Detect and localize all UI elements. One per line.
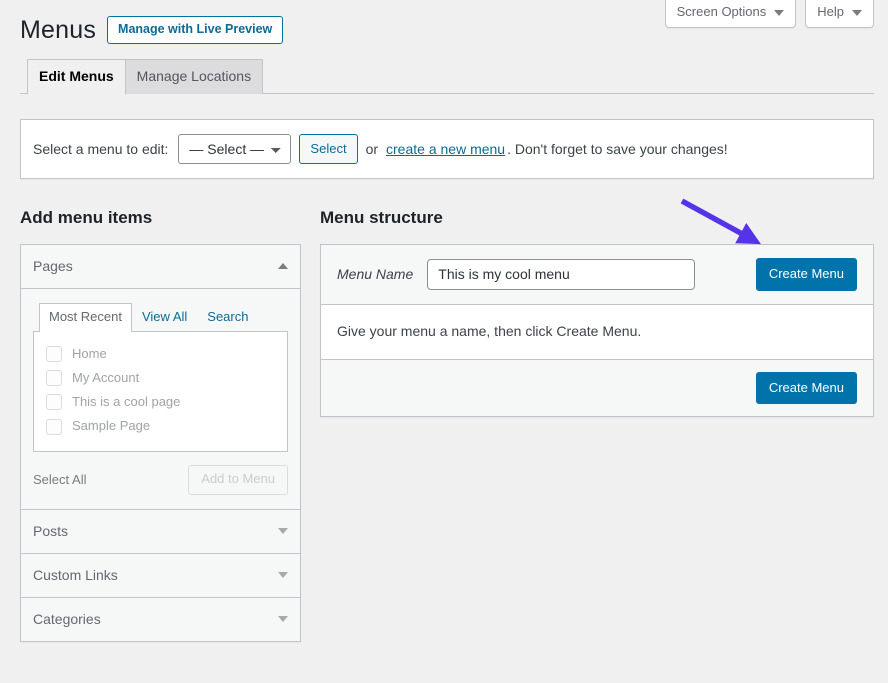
screen-options-label: Screen Options bbox=[677, 5, 767, 18]
menu-structure-title: Menu structure bbox=[320, 208, 443, 228]
checkbox-this-is-a-cool-page[interactable] bbox=[46, 394, 62, 410]
chevron-down-icon[interactable] bbox=[278, 572, 288, 578]
checkbox-home[interactable] bbox=[46, 346, 62, 362]
subtab-view-all[interactable]: View All bbox=[132, 303, 197, 332]
pages-actions: Select All Add to Menu bbox=[33, 452, 288, 509]
list-item-label: My Account bbox=[72, 369, 139, 387]
subtab-most-recent[interactable]: Most Recent bbox=[39, 303, 132, 332]
accordion-title-posts: Posts bbox=[33, 523, 68, 539]
pages-subtabs: Most Recent View All Search bbox=[33, 302, 288, 332]
list-item-label: Home bbox=[72, 345, 107, 363]
create-a-new-menu-link[interactable]: create a new menu bbox=[386, 141, 505, 157]
chevron-down-icon bbox=[852, 10, 862, 16]
create-menu-bottom-button[interactable]: Create Menu bbox=[756, 372, 857, 405]
list-item[interactable]: Home bbox=[44, 342, 277, 366]
tab-edit-menus[interactable]: Edit Menus bbox=[27, 59, 126, 95]
manage-with-live-preview-button[interactable]: Manage with Live Preview bbox=[107, 16, 283, 44]
add-menu-items-accordion: Pages Most Recent View All Search Home M… bbox=[20, 244, 301, 642]
menu-name-input[interactable] bbox=[427, 259, 695, 290]
chevron-down-icon[interactable] bbox=[278, 616, 288, 622]
chevron-down-icon bbox=[774, 10, 784, 16]
list-item-label: Sample Page bbox=[72, 417, 150, 435]
pages-checkbox-list: Home My Account This is a cool page Samp… bbox=[33, 332, 288, 452]
accordion-header-posts[interactable]: Posts bbox=[21, 510, 300, 554]
chevron-down-icon[interactable] bbox=[278, 528, 288, 534]
accordion-header-pages[interactable]: Pages bbox=[21, 245, 300, 289]
list-item[interactable]: This is a cool page bbox=[44, 390, 277, 414]
menu-structure-panel: Menu Name Create Menu Give your menu a n… bbox=[320, 244, 874, 417]
select-all-link[interactable]: Select All bbox=[33, 472, 86, 487]
accordion-title-categories: Categories bbox=[33, 611, 101, 627]
menu-structure-instruction: Give your menu a name, then click Create… bbox=[321, 305, 873, 360]
accordion-title-custom-links: Custom Links bbox=[33, 567, 118, 583]
accordion-title-pages: Pages bbox=[33, 258, 73, 274]
add-to-menu-button[interactable]: Add to Menu bbox=[188, 465, 288, 495]
menu-select-dropdown[interactable]: — Select — bbox=[178, 134, 291, 164]
list-item[interactable]: Sample Page bbox=[44, 414, 277, 438]
menu-name-row: Menu Name Create Menu bbox=[321, 245, 873, 305]
list-item[interactable]: My Account bbox=[44, 366, 277, 390]
menu-structure-footer: Create Menu bbox=[321, 360, 873, 417]
checkbox-my-account[interactable] bbox=[46, 370, 62, 386]
accordion-body-pages: Most Recent View All Search Home My Acco… bbox=[21, 289, 300, 510]
page-heading: Menus Manage with Live Preview bbox=[20, 14, 283, 47]
select-menu-label: Select a menu to edit: bbox=[33, 141, 168, 157]
accordion-header-custom-links[interactable]: Custom Links bbox=[21, 554, 300, 598]
screen-options-button[interactable]: Screen Options bbox=[665, 0, 797, 28]
page-title: Menus bbox=[20, 14, 96, 47]
nav-tabs: Edit MenusManage Locations bbox=[20, 58, 874, 94]
or-text: or bbox=[366, 141, 378, 157]
checkbox-sample-page[interactable] bbox=[46, 419, 62, 435]
accordion-header-categories[interactable]: Categories bbox=[21, 598, 300, 641]
help-label: Help bbox=[817, 5, 844, 18]
screen-meta-links: Screen Options Help bbox=[665, 0, 874, 28]
save-changes-hint: . Don't forget to save your changes! bbox=[507, 141, 728, 157]
select-button[interactable]: Select bbox=[299, 134, 357, 164]
list-item-label: This is a cool page bbox=[72, 393, 180, 411]
menu-name-label: Menu Name bbox=[337, 266, 413, 282]
create-menu-top-wrap: Create Menu bbox=[756, 258, 857, 291]
menu-select-bar: Select a menu to edit: — Select — Select… bbox=[20, 119, 874, 179]
add-menu-items-title: Add menu items bbox=[20, 208, 152, 228]
subtab-search[interactable]: Search bbox=[197, 303, 258, 332]
tab-manage-locations[interactable]: Manage Locations bbox=[125, 59, 263, 94]
wordpress-menus-admin-page: Screen Options Help Menus Manage with Li… bbox=[0, 0, 888, 683]
create-menu-top-button[interactable]: Create Menu bbox=[756, 258, 857, 291]
help-button[interactable]: Help bbox=[805, 0, 874, 28]
chevron-up-icon[interactable] bbox=[278, 263, 288, 269]
